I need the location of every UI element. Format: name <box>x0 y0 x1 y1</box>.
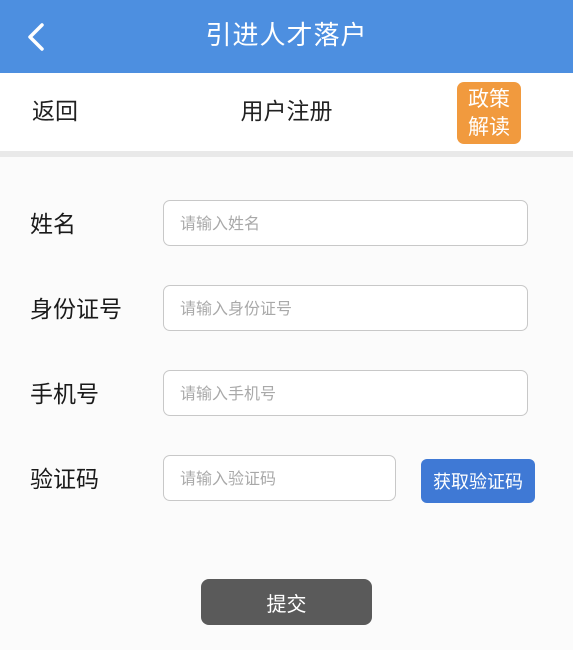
phone-input[interactable] <box>163 370 528 416</box>
verification-code-label: 验证码 <box>30 467 99 493</box>
phone-label: 手机号 <box>30 382 99 408</box>
id-number-input[interactable] <box>163 285 528 331</box>
submit-button[interactable]: 提交 <box>201 579 372 625</box>
id-number-label: 身份证号 <box>30 297 122 323</box>
sub-header: 返回 用户注册 政策 解读 <box>0 73 573 151</box>
registration-form: 姓名 身份证号 手机号 验证码 获取验证码 提交 <box>0 157 573 650</box>
verification-code-input[interactable] <box>163 455 396 501</box>
name-label: 姓名 <box>30 212 76 238</box>
policy-interpretation-button[interactable]: 政策 解读 <box>457 82 521 144</box>
page-title: 引进人才落户 <box>205 21 368 51</box>
top-app-bar: 引进人才落户 <box>0 0 573 73</box>
name-input[interactable] <box>163 200 528 246</box>
policy-badge-line2: 解读 <box>468 115 510 139</box>
get-code-button[interactable]: 获取验证码 <box>421 459 535 503</box>
policy-badge-line1: 政策 <box>468 87 510 111</box>
